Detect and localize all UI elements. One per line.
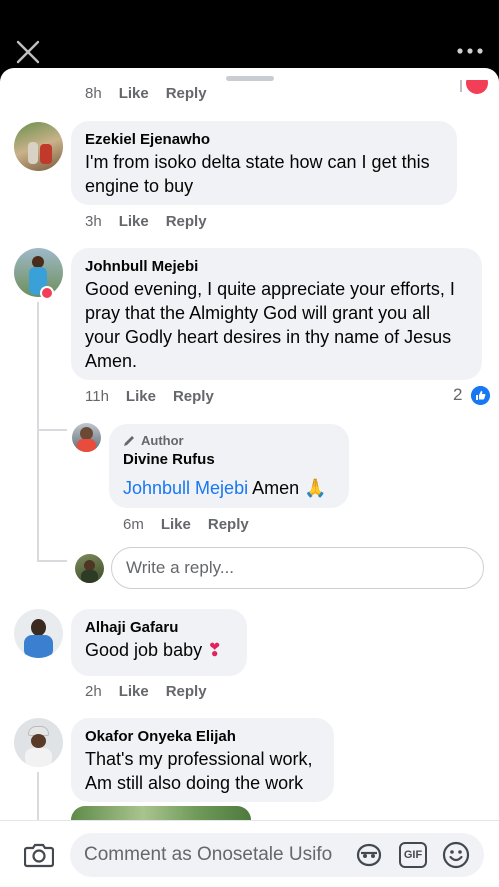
- author-tag-label: Author: [141, 433, 184, 448]
- pray-emoji: 🙏: [304, 478, 327, 498]
- comment-author[interactable]: Okafor Onyeka Elijah: [85, 727, 320, 747]
- reply-button[interactable]: Reply: [166, 213, 207, 230]
- thread-branch: [37, 560, 67, 562]
- top-bar: [0, 0, 499, 70]
- love-icon: [466, 80, 488, 94]
- avatar[interactable]: [14, 122, 63, 171]
- comment-input-placeholder: Comment as Onosetale Usifo: [84, 844, 333, 865]
- comment-author[interactable]: Alhaji Gafaru: [85, 618, 233, 638]
- avatar[interactable]: [72, 423, 101, 452]
- comment-time: 2h: [85, 683, 102, 700]
- like-button[interactable]: Like: [119, 85, 149, 102]
- comment-text-line: Good job baby ❣: [85, 638, 233, 662]
- reply-text-line: Johnbull Mejebi Amen 🙏: [123, 476, 335, 500]
- like-button[interactable]: Like: [119, 213, 149, 230]
- sheet-drag-handle[interactable]: [226, 76, 274, 81]
- reply-bubble[interactable]: Author Divine Rufus Johnbull Mejebi Amen…: [109, 424, 349, 508]
- avatar[interactable]: [14, 718, 63, 767]
- love-icon: [42, 288, 52, 298]
- comment-time: 3h: [85, 213, 102, 230]
- comment-meta: 3h Like Reply: [85, 213, 224, 230]
- close-icon[interactable]: [14, 38, 42, 66]
- comment-author[interactable]: Johnbull Mejebi: [85, 257, 468, 277]
- comment-bubble[interactable]: Alhaji Gafaru Good job baby ❣: [71, 609, 247, 676]
- comment-time: 8h: [85, 85, 102, 102]
- comment-bubble[interactable]: Ezekiel Ejenawho I'm from isoko delta st…: [71, 121, 457, 205]
- avatar: [75, 554, 104, 583]
- comment-time: 11h: [85, 388, 109, 405]
- reply-button[interactable]: Reply: [166, 683, 207, 700]
- like-button[interactable]: Like: [161, 516, 191, 533]
- thread-line: [37, 302, 39, 562]
- avatar-sticker-icon[interactable]: [355, 842, 383, 868]
- comment-text: That's my professional work, Am still al…: [85, 749, 313, 793]
- comment-bubble[interactable]: Johnbull Mejebi Good evening, I quite ap…: [71, 248, 482, 380]
- write-reply-input[interactable]: Write a reply...: [111, 547, 484, 589]
- like-button[interactable]: Like: [126, 388, 156, 405]
- partial-comment-meta: 8h Like Reply: [85, 85, 224, 103]
- reply-time: 6m: [123, 516, 144, 533]
- comment-text: Good job baby: [85, 640, 203, 660]
- like-button[interactable]: Like: [119, 683, 149, 700]
- like-reaction-icon: [471, 386, 490, 405]
- thread-branch: [37, 429, 67, 431]
- reply-meta: 6m Like Reply: [123, 516, 266, 533]
- gif-label: GIF: [403, 849, 423, 861]
- author-tag: Author: [123, 433, 335, 448]
- comments-sheet: 8h Like Reply Ezekiel Ejenawho I'm from is…: [0, 68, 499, 887]
- more-icon[interactable]: [457, 44, 483, 58]
- reply-input-placeholder: Write a reply...: [126, 558, 235, 577]
- comment-author[interactable]: Ezekiel Ejenawho: [85, 130, 443, 150]
- emoji-icon[interactable]: [442, 841, 470, 869]
- reaction-badge-partial: [458, 80, 488, 104]
- pencil-icon: [124, 436, 134, 446]
- heart-emoji: ❣: [207, 640, 223, 660]
- comment-meta: 2h Like Reply: [85, 683, 224, 700]
- mention-link[interactable]: Johnbull Mejebi: [123, 478, 248, 498]
- camera-icon[interactable]: [24, 842, 54, 868]
- reaction-count[interactable]: 2: [453, 385, 462, 405]
- avatar[interactable]: [14, 609, 63, 658]
- reply-author[interactable]: Divine Rufus: [123, 450, 335, 470]
- gif-button[interactable]: GIF: [399, 842, 427, 868]
- reply-text: Amen: [252, 478, 300, 498]
- comment-bubble[interactable]: Okafor Onyeka Elijah That's my professio…: [71, 718, 334, 802]
- avatar[interactable]: [14, 248, 63, 297]
- comment-composer: Comment as Onosetale Usifo GIF: [0, 820, 499, 887]
- reply-button[interactable]: Reply: [208, 516, 249, 533]
- reply-button[interactable]: Reply: [173, 388, 214, 405]
- comment-meta: 11h Like Reply: [85, 388, 231, 405]
- comment-text: Good evening, I quite appreciate your ef…: [85, 279, 455, 371]
- reply-button[interactable]: Reply: [166, 85, 207, 102]
- comment-text: I'm from isoko delta state how can I get…: [85, 152, 430, 196]
